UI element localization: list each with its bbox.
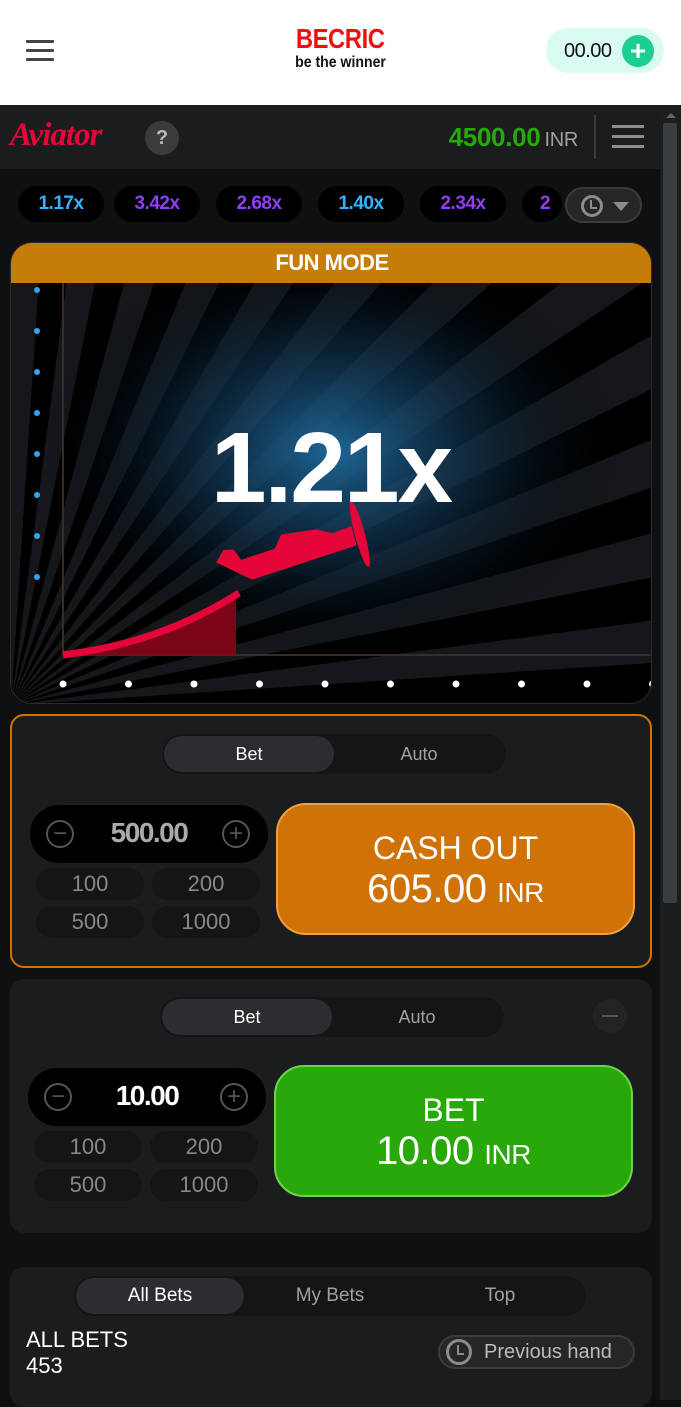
help-icon[interactable]: ? bbox=[145, 121, 179, 155]
quick-amount-button[interactable]: 100 bbox=[34, 1131, 142, 1163]
game-menu-icon[interactable] bbox=[612, 125, 644, 149]
divider bbox=[594, 115, 596, 159]
plus-icon[interactable]: + bbox=[222, 820, 250, 848]
x-axis-dot bbox=[583, 680, 591, 688]
history-chip[interactable]: 1.40x bbox=[318, 186, 404, 222]
x-axis-dot bbox=[125, 680, 132, 688]
tab-my-bets[interactable]: My Bets bbox=[246, 1278, 414, 1314]
aviator-game: Aviator ? 4500.00 INR 1.17x 3.42x 2.68x 1… bbox=[0, 105, 660, 1407]
quick-amount-button[interactable]: 1000 bbox=[150, 1169, 258, 1201]
x-axis-dot bbox=[452, 680, 460, 688]
bet-button[interactable]: BET 10.00 INR bbox=[274, 1065, 633, 1197]
y-axis-dot bbox=[34, 328, 40, 334]
game-balance: 4500.00 INR bbox=[448, 122, 579, 153]
all-bets-summary: ALL BETS 453 bbox=[26, 1327, 128, 1379]
page-scrollbar[interactable] bbox=[660, 105, 681, 1400]
cash-out-value: 605.00 bbox=[367, 867, 487, 911]
bet-label: BET bbox=[422, 1092, 485, 1128]
bet-amount-input[interactable]: 500.00 bbox=[80, 817, 218, 849]
all-bets-heading: ALL BETS bbox=[26, 1327, 128, 1352]
minus-icon[interactable]: − bbox=[46, 820, 74, 848]
scroll-up-icon[interactable] bbox=[666, 113, 676, 118]
bet-amount-input[interactable]: 10.00 bbox=[78, 1080, 216, 1112]
cash-out-currency: INR bbox=[497, 877, 544, 908]
tab-auto[interactable]: Auto bbox=[332, 999, 502, 1035]
balance-amount: 4500.00 bbox=[448, 122, 541, 152]
previous-hand-label: Previous hand bbox=[484, 1341, 612, 1363]
tab-top[interactable]: Top bbox=[416, 1278, 584, 1314]
plus-icon[interactable]: + bbox=[220, 1083, 248, 1111]
wallet-amount: 00.00 bbox=[564, 40, 612, 62]
cash-out-label: CASH OUT bbox=[372, 830, 539, 866]
history-chip[interactable]: 1.17x bbox=[18, 186, 104, 222]
tab-bet[interactable]: Bet bbox=[164, 736, 334, 772]
bet-mode-tabs: Bet Auto bbox=[162, 734, 506, 774]
wallet-button[interactable]: 00.00 + bbox=[546, 28, 664, 73]
bets-panel: All Bets My Bets Top ALL BETS 453 Previo… bbox=[10, 1267, 652, 1407]
quick-amount-button[interactable]: 500 bbox=[34, 1169, 142, 1201]
scrollbar-thumb[interactable] bbox=[663, 123, 677, 903]
bet-currency: INR bbox=[484, 1139, 531, 1170]
all-bets-count: 453 bbox=[26, 1353, 63, 1378]
y-axis-dot bbox=[34, 369, 40, 375]
x-axis-dot bbox=[190, 680, 198, 688]
bet-value: 10.00 bbox=[376, 1129, 474, 1173]
x-axis-dot bbox=[518, 680, 525, 688]
history-chip[interactable]: 2.34x bbox=[420, 186, 506, 222]
game-topbar: Aviator ? 4500.00 INR bbox=[0, 105, 660, 169]
bet-amount-stepper: − 10.00 + bbox=[28, 1068, 266, 1126]
previous-hand-button[interactable]: Previous hand bbox=[438, 1335, 635, 1369]
balance-currency: INR bbox=[544, 129, 578, 151]
tab-bet[interactable]: Bet bbox=[162, 999, 332, 1035]
y-axis-dot bbox=[34, 287, 40, 293]
cash-out-button[interactable]: CASH OUT 605.00 INR bbox=[276, 803, 635, 935]
x-axis-dot bbox=[256, 680, 263, 688]
quick-amount-button[interactable]: 1000 bbox=[152, 906, 260, 938]
tab-all-bets[interactable]: All Bets bbox=[76, 1278, 244, 1314]
site-header: BECRIC be the winner 00.00 + bbox=[0, 0, 681, 105]
x-axis-dot bbox=[387, 680, 394, 688]
y-axis-dot bbox=[34, 533, 40, 539]
quick-amount-button[interactable]: 500 bbox=[36, 906, 144, 938]
y-axis-dot bbox=[34, 574, 40, 580]
remove-panel-button[interactable] bbox=[593, 999, 627, 1033]
bet-amount-stepper: − 500.00 + bbox=[30, 805, 268, 863]
flight-stage: FUN MODE 1.21x bbox=[10, 242, 652, 704]
x-axis-dot bbox=[59, 680, 67, 688]
history-chip[interactable]: 3.42x bbox=[114, 186, 200, 222]
bet-mode-tabs: Bet Auto bbox=[160, 997, 504, 1037]
minus-icon[interactable]: − bbox=[44, 1083, 72, 1111]
plus-icon[interactable]: + bbox=[622, 35, 654, 67]
quick-amount-button[interactable]: 200 bbox=[150, 1131, 258, 1163]
brand-name: BECRIC bbox=[296, 23, 385, 54]
history-chip[interactable]: 2.68x bbox=[216, 186, 302, 222]
bet-panel-2: Bet Auto − 10.00 + 100 200 500 1000 BET … bbox=[10, 979, 652, 1233]
cash-out-amount: 605.00 INR bbox=[278, 866, 633, 916]
history-toggle-button[interactable] bbox=[565, 187, 642, 223]
quick-amount-button[interactable]: 100 bbox=[36, 868, 144, 900]
history-chip[interactable]: 2 bbox=[522, 186, 562, 222]
x-axis-dot bbox=[321, 680, 329, 688]
history-clock-icon bbox=[446, 1339, 472, 1365]
bet-amount: 10.00 INR bbox=[276, 1128, 631, 1178]
bet-panel-1: Bet Auto − 500.00 + 100 200 500 1000 CAS… bbox=[10, 714, 652, 968]
multiplier-history: 1.17x 3.42x 2.68x 1.40x 2.34x 2 bbox=[0, 169, 660, 237]
tab-auto[interactable]: Auto bbox=[334, 736, 504, 772]
bets-tabs: All Bets My Bets Top bbox=[74, 1276, 586, 1316]
aviator-logo: Aviator bbox=[10, 117, 102, 153]
quick-amount-button[interactable]: 200 bbox=[152, 868, 260, 900]
current-multiplier: 1.21x bbox=[210, 412, 453, 524]
fun-mode-banner: FUN MODE bbox=[11, 243, 651, 283]
history-clock-icon bbox=[581, 195, 603, 217]
chevron-down-icon bbox=[613, 202, 629, 211]
